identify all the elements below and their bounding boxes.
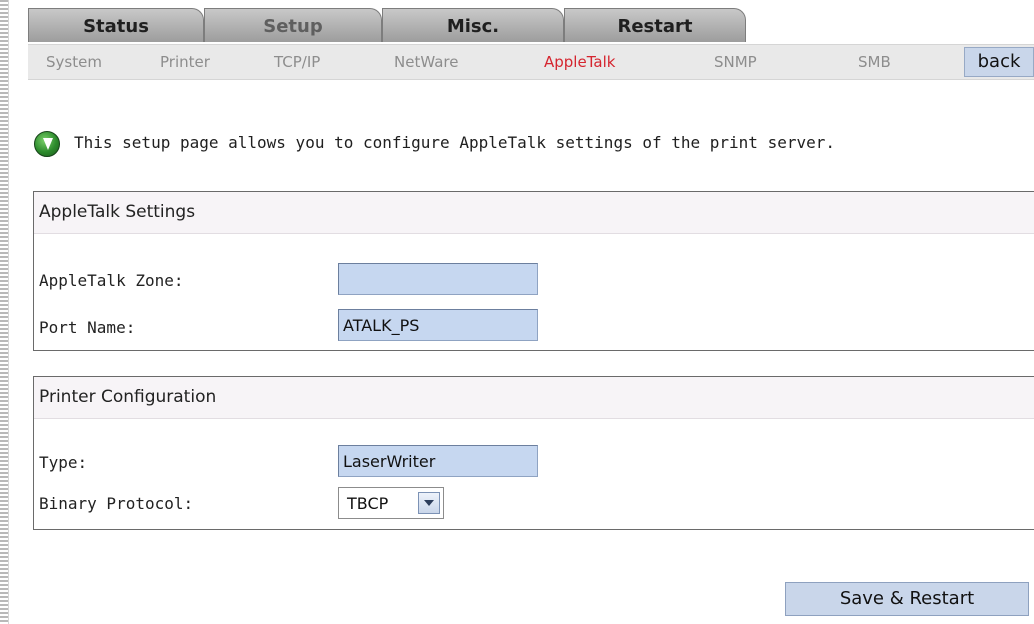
printer-type-input[interactable]: [338, 445, 538, 477]
tab-setup[interactable]: Setup: [204, 8, 382, 42]
port-name-label: Port Name:: [39, 318, 136, 337]
setup-subnav: System Printer TCP/IP NetWare AppleTalk …: [28, 44, 1034, 80]
main-tab-bar: Status Setup Misc. Restart: [28, 8, 1034, 44]
back-button[interactable]: back: [964, 47, 1034, 77]
chevron-down-icon[interactable]: [418, 492, 440, 514]
subnav-item-system[interactable]: System: [46, 53, 102, 71]
type-label: Type:: [39, 453, 88, 472]
subnav-item-tcpip[interactable]: TCP/IP: [274, 53, 320, 71]
print-server-setup-page: Status Setup Misc. Restart System Printe…: [0, 0, 1034, 624]
tab-restart[interactable]: Restart: [564, 8, 746, 42]
appletalk-settings-panel: AppleTalk Settings AppleTalk Zone: Port …: [33, 191, 1034, 351]
down-arrow-info-icon: [34, 131, 60, 157]
subnav-item-netware[interactable]: NetWare: [394, 53, 458, 71]
binary-protocol-value: TBCP: [347, 494, 389, 513]
zone-row-label: AppleTalk Zone:: [39, 271, 184, 290]
page-edge: [0, 0, 9, 624]
appletalk-settings-title: AppleTalk Settings: [34, 192, 1034, 234]
save-restart-button[interactable]: Save & Restart: [785, 582, 1029, 616]
subnav-item-smb[interactable]: SMB: [858, 53, 891, 71]
subnav-item-printer[interactable]: Printer: [160, 53, 210, 71]
printer-configuration-title: Printer Configuration: [34, 377, 1034, 419]
port-row-label: Port Name:: [39, 318, 135, 337]
type-row-label: Type:: [39, 453, 87, 472]
protocol-row-label: Binary Protocol:: [39, 494, 193, 513]
subnav-item-appletalk[interactable]: AppleTalk: [544, 53, 615, 71]
zone-label: AppleTalk Zone:: [39, 271, 184, 290]
port-name-input[interactable]: [338, 309, 538, 341]
subnav-item-snmp[interactable]: SNMP: [714, 53, 757, 71]
appletalk-zone-input[interactable]: [338, 263, 538, 295]
binary-protocol-label: Binary Protocol:: [39, 494, 194, 513]
binary-protocol-select[interactable]: TBCP: [338, 487, 444, 519]
tab-misc[interactable]: Misc.: [382, 8, 564, 42]
tab-status[interactable]: Status: [28, 8, 204, 42]
printer-configuration-panel: Printer Configuration Type: Binary Proto…: [33, 376, 1034, 530]
intro-text: This setup page allows you to configure …: [74, 133, 835, 152]
